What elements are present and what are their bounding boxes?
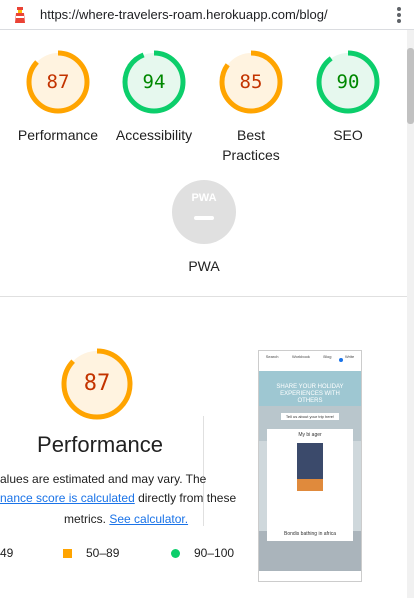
legend-pass-range: 90–100 [194, 546, 235, 560]
best-practices-gauge[interactable]: 85 [219, 50, 283, 114]
scrollbar-thumb[interactable] [407, 48, 414, 124]
performance-gauge[interactable]: 87 [26, 50, 90, 114]
seo-score: 90 [336, 71, 360, 93]
more-options-icon[interactable] [391, 5, 407, 25]
page-screenshot-thumbnail[interactable]: Search Workbook Blog Write SHARE YOUR HO… [258, 350, 362, 582]
address-bar: https://where-travelers-roam.herokuapp.c… [0, 0, 414, 30]
performance-label[interactable]: Performance [8, 125, 108, 145]
accessibility-label[interactable]: Accessibility [104, 125, 204, 145]
see-calculator-link[interactable]: See calculator. [109, 512, 188, 526]
legend-pass-circle-icon [171, 549, 180, 558]
seo-gauge[interactable]: 90 [316, 50, 380, 114]
performance-large-score: 87 [83, 371, 111, 396]
estimate-note-line3: metrics. See calculator. [64, 512, 188, 526]
best-practices-label-line2: Practices [222, 147, 280, 163]
performance-section-title: Performance [37, 432, 163, 457]
screenshot-nav-item: Search [265, 354, 279, 359]
section-divider [0, 296, 407, 297]
estimate-note-line3-pre: metrics. [64, 512, 110, 526]
accessibility-score: 94 [142, 71, 166, 93]
performance-large-gauge: 87 [61, 348, 133, 420]
pwa-label[interactable]: PWA [154, 256, 254, 276]
screenshot-nav-item: Write [344, 354, 355, 359]
legend-fail: 49 [0, 546, 13, 560]
screenshot-hero-heading: SHARE YOUR HOLIDAY EXPERIENCES WITH OTHE… [276, 384, 344, 404]
best-practices-label[interactable]: Best Practices [201, 125, 301, 165]
estimate-note-line1: alues are estimated and may vary. The [0, 472, 207, 486]
section-vertical-divider [203, 416, 204, 526]
legend-fail-range: 49 [0, 546, 14, 560]
legend-average-range: 50–89 [86, 546, 120, 560]
screenshot-nav-item: Blog [323, 354, 332, 359]
pwa-badge-icon [172, 180, 236, 244]
legend-pass: 90–100 [171, 546, 234, 560]
best-practices-label-line1: Best [236, 127, 265, 143]
performance-score: 87 [46, 71, 70, 93]
seo-label[interactable]: SEO [298, 125, 398, 145]
legend-average-square-icon [63, 549, 72, 558]
url-text[interactable]: https://where-travelers-roam.herokuapp.c… [40, 7, 328, 22]
estimate-note-line2: nance score is calculated directly from … [0, 491, 236, 505]
accessibility-gauge[interactable]: 94 [122, 50, 186, 114]
legend-average: 50–89 [63, 546, 119, 560]
lighthouse-icon [15, 7, 25, 23]
pwa-badge-text: PWA [191, 192, 217, 204]
score-calculation-link[interactable]: nance score is calculated [0, 491, 135, 505]
pwa-gauge[interactable]: PWA [172, 180, 236, 244]
screenshot-card-caption: Bondis bathing in africa [284, 531, 336, 537]
screenshot-nav: Search Workbook Blog Write [259, 354, 361, 359]
scrollbar[interactable] [407, 30, 414, 598]
best-practices-score: 85 [239, 71, 263, 93]
screenshot-hero-button: Tell us about your trip here! [281, 413, 339, 420]
estimate-note-line2-rest: directly from these [134, 491, 237, 505]
screenshot-card-title: My bi ager [298, 432, 322, 438]
screenshot-nav-item: Workbook [291, 354, 310, 359]
